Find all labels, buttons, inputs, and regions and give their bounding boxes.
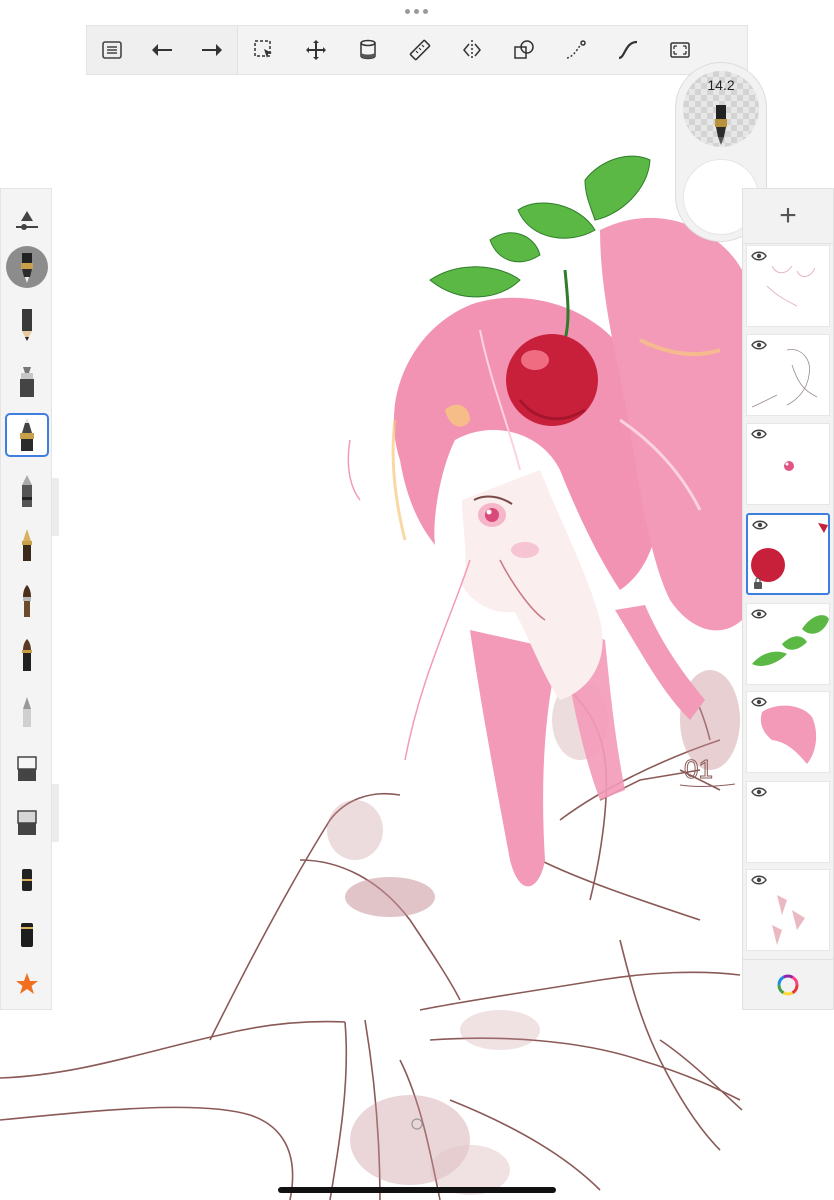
current-brush-icon <box>6 246 48 288</box>
current-brush-button[interactable] <box>5 245 49 289</box>
smudge-large-icon <box>21 923 33 947</box>
redo-arrow-icon <box>202 44 222 56</box>
palette-handle-top[interactable] <box>52 478 59 536</box>
window-handle[interactable] <box>405 9 428 14</box>
shape-tool-button[interactable] <box>498 26 550 74</box>
airbrush-tool[interactable] <box>5 689 49 733</box>
marker-icon <box>20 367 34 397</box>
ink-brush-icon <box>22 639 32 671</box>
brush-settings-icon <box>16 211 38 230</box>
brush-settings-button[interactable] <box>5 199 49 243</box>
main-toolbar <box>86 25 748 75</box>
inking-pen-tool-icon <box>20 418 34 451</box>
symmetry-tool-button[interactable] <box>446 26 498 74</box>
eye-icon[interactable] <box>751 250 767 262</box>
brush-size-value: 14.2 <box>707 77 735 93</box>
color-wheel-icon <box>777 974 799 996</box>
select-tool-button[interactable] <box>238 26 290 74</box>
layer-thumbnail[interactable] <box>746 869 830 951</box>
pencil-icon <box>22 309 32 341</box>
add-layer-button[interactable]: + <box>743 189 833 244</box>
paint-bucket-icon <box>360 39 376 60</box>
eye-icon[interactable] <box>751 874 767 886</box>
brush-size-control[interactable]: 14.2 <box>683 71 759 147</box>
transform-tool-button[interactable] <box>290 26 342 74</box>
favorites-button[interactable] <box>5 963 49 1007</box>
paint-brush-tool[interactable] <box>5 579 49 623</box>
move-arrows-icon <box>306 40 326 60</box>
menu-button[interactable] <box>87 26 137 74</box>
smudge-large-tool[interactable] <box>5 911 49 955</box>
layer-thumbnail-selected[interactable] <box>746 513 830 595</box>
layer-thumbnail[interactable] <box>746 245 830 327</box>
inking-pen-tool[interactable] <box>5 413 49 457</box>
ballpoint-pen-tool[interactable] <box>5 469 49 513</box>
redo-button[interactable] <box>187 26 237 74</box>
svg-text:01: 01 <box>684 754 713 784</box>
layer-thumbnail[interactable] <box>746 691 830 773</box>
eraser-tool[interactable] <box>5 745 49 789</box>
eye-icon[interactable] <box>752 519 768 531</box>
home-indicator[interactable] <box>278 1187 556 1193</box>
list-icon <box>102 41 122 59</box>
fountain-pen-tool[interactable] <box>5 523 49 567</box>
layers-panel: + <box>742 188 834 1010</box>
undo-arrow-icon <box>152 44 172 56</box>
color-picker-button[interactable] <box>743 959 833 1010</box>
eye-icon[interactable] <box>751 696 767 708</box>
eye-icon[interactable] <box>751 786 767 798</box>
symmetry-icon <box>463 40 481 60</box>
soft-eraser-tool[interactable] <box>5 799 49 843</box>
fullscreen-icon <box>670 42 690 58</box>
airbrush-icon <box>23 697 31 727</box>
fountain-pen-icon <box>22 529 32 561</box>
plus-icon: + <box>779 199 797 232</box>
fill-tool-button[interactable] <box>342 26 394 74</box>
eye-icon[interactable] <box>751 608 767 620</box>
selection-icon <box>254 40 272 58</box>
french-curve-icon <box>618 40 638 60</box>
inking-pen-icon <box>715 105 727 145</box>
lock-icon <box>754 577 762 589</box>
ruler-tool-button[interactable] <box>394 26 446 74</box>
stroke-curve-icon <box>566 40 586 59</box>
toolbar-history-group <box>87 26 238 74</box>
layer-thumbnail[interactable] <box>746 423 830 505</box>
undo-button[interactable] <box>137 26 187 74</box>
stroke-tool-button[interactable] <box>550 26 602 74</box>
eye-icon[interactable] <box>751 428 767 440</box>
paint-brush-icon <box>23 585 31 617</box>
smudge-small-tool[interactable] <box>5 855 49 899</box>
shapes-icon <box>514 40 534 59</box>
star-icon <box>16 973 38 994</box>
layer-thumbnail[interactable] <box>746 334 830 416</box>
eraser-icon <box>17 756 37 781</box>
smudge-small-icon <box>22 869 32 891</box>
drawing-canvas[interactable]: 01 14.2 + <box>0 0 834 1200</box>
ink-brush-tool[interactable] <box>5 633 49 677</box>
curve-tool-button[interactable] <box>602 26 654 74</box>
layer-thumbnail[interactable] <box>746 603 830 685</box>
marker-tool[interactable] <box>5 359 49 403</box>
brush-palette <box>0 188 52 1010</box>
pencil-tool[interactable] <box>5 303 49 347</box>
palette-handle-bottom[interactable] <box>52 784 59 842</box>
soft-eraser-icon <box>17 810 37 835</box>
ballpoint-pen-icon <box>22 475 32 507</box>
ruler-icon <box>409 39 431 61</box>
eye-icon[interactable] <box>751 339 767 351</box>
toolbar-tools-group <box>238 26 706 74</box>
layer-thumbnail[interactable] <box>746 781 830 863</box>
